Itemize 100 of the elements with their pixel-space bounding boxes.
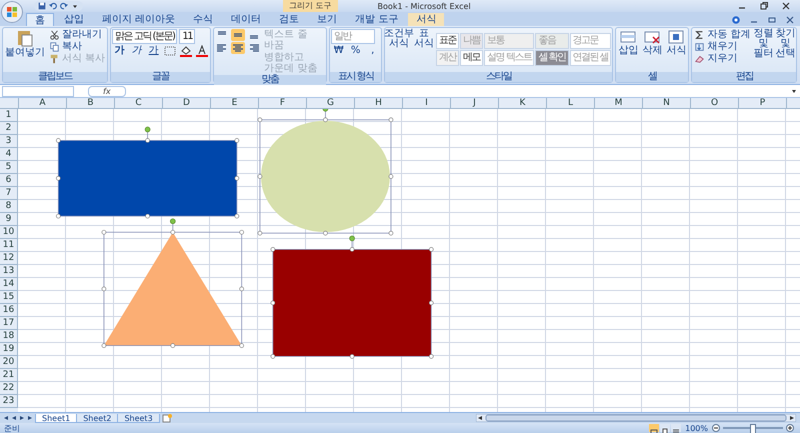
column-header[interactable]: B — [67, 98, 115, 108]
number-format-button[interactable]: , — [365, 45, 380, 57]
ribbon-tab[interactable]: 개발 도구 — [347, 13, 406, 26]
font-style-button[interactable]: 가 — [146, 45, 162, 57]
font-color-icon[interactable] — [195, 45, 210, 57]
column-header[interactable]: C — [115, 98, 163, 108]
selection-handles[interactable] — [56, 126, 240, 218]
font-style-button[interactable]: 가 — [129, 45, 144, 57]
row-header[interactable]: 13 — [0, 265, 18, 278]
save-icon[interactable] — [38, 2, 46, 10]
zoom-slider-thumb[interactable] — [750, 424, 756, 433]
number-format-button[interactable]: ₩ — [331, 45, 346, 57]
close-icon[interactable] — [782, 2, 790, 10]
row-header[interactable]: 21 — [0, 369, 18, 382]
row-header[interactable]: 19 — [0, 343, 18, 356]
column-header[interactable]: N — [643, 98, 691, 108]
redo-icon[interactable] — [60, 2, 68, 10]
row-header[interactable]: 8 — [0, 200, 18, 213]
row-header[interactable]: 10 — [0, 226, 18, 239]
row-header[interactable]: 18 — [0, 330, 18, 343]
row-header[interactable]: 11 — [0, 239, 18, 252]
row-header[interactable]: 2 — [0, 122, 18, 135]
selection-handles[interactable] — [258, 109, 394, 236]
row-header[interactable]: 5 — [0, 161, 18, 174]
ribbon-tab[interactable]: 보기 — [309, 13, 346, 26]
column-header[interactable]: J — [451, 98, 499, 108]
ribbon-button[interactable]: 잘라내기 — [48, 29, 106, 40]
ribbon-button[interactable]: 서식 — [665, 29, 688, 56]
row-header[interactable]: 3 — [0, 135, 18, 148]
column-header[interactable]: E — [211, 98, 259, 108]
border-icon[interactable] — [163, 45, 178, 57]
column-header[interactable]: F — [259, 98, 307, 108]
number-format-button[interactable]: % — [348, 45, 364, 57]
row-header[interactable]: 17 — [0, 317, 18, 330]
office-button-icon[interactable] — [1, 1, 23, 23]
align-icon[interactable] — [231, 42, 246, 54]
row-header[interactable]: 23 — [0, 395, 18, 408]
sheet-tab[interactable]: Sheet1 — [35, 414, 78, 422]
conditional-format-button[interactable]: 조건부 서식 — [386, 29, 412, 49]
sheet-tab[interactable]: Sheet2 — [76, 414, 118, 422]
font-style-button[interactable]: 가 — [112, 45, 128, 57]
ribbon-button[interactable]: 채우기 — [693, 41, 752, 52]
row-header[interactable]: 12 — [0, 252, 18, 265]
undo-icon[interactable] — [49, 2, 57, 10]
ribbon-tab[interactable]: 데이터 — [223, 13, 270, 26]
row-header[interactable]: 9 — [0, 213, 18, 226]
row-header[interactable]: 14 — [0, 278, 18, 291]
restore-icon[interactable] — [760, 2, 768, 10]
view-button[interactable] — [671, 424, 682, 432]
ribbon-tab[interactable]: 수식 — [185, 13, 222, 26]
row-header[interactable]: 6 — [0, 174, 18, 187]
align-icon[interactable] — [247, 42, 262, 54]
row-header[interactable]: 22 — [0, 382, 18, 395]
close-icon[interactable] — [786, 16, 794, 24]
font-name-field[interactable]: 맑은 고딕 (본문) — [112, 29, 178, 44]
column-header[interactable]: I — [403, 98, 451, 108]
column-header[interactable]: M — [595, 98, 643, 108]
find-select-button[interactable]: 찾기 및 선택 — [775, 29, 796, 59]
ribbon-button[interactable]: 복사 — [48, 41, 106, 52]
fill-color-icon[interactable] — [179, 45, 194, 57]
row-header[interactable]: 4 — [0, 148, 18, 161]
column-header[interactable]: O — [691, 98, 739, 108]
restore-icon[interactable] — [768, 16, 776, 24]
column-header[interactable]: G — [307, 98, 355, 108]
format-table-button[interactable]: 표 서식 — [414, 29, 434, 49]
ribbon-button[interactable]: 삭제 — [641, 29, 664, 56]
zoom-in-icon[interactable] — [786, 424, 794, 432]
help-icon[interactable] — [732, 16, 740, 24]
column-header[interactable]: H — [355, 98, 403, 108]
cell-style[interactable]: 메모 — [460, 50, 484, 66]
zoom-out-icon[interactable] — [712, 424, 720, 432]
row-header[interactable]: 20 — [0, 356, 18, 369]
view-button[interactable] — [660, 424, 670, 432]
sort-filter-button[interactable]: 정렬 및 필터 — [753, 29, 774, 59]
ribbon-button[interactable]: 자동 합계 — [693, 29, 752, 40]
font-size-field[interactable]: 11 — [179, 29, 196, 44]
column-header[interactable]: K — [499, 98, 547, 108]
row-header[interactable]: 7 — [0, 187, 18, 200]
column-header[interactable]: A — [19, 98, 67, 108]
ribbon-button[interactable]: 지우기 — [693, 53, 752, 64]
insert-sheet-icon[interactable] — [160, 414, 174, 422]
function-button[interactable]: fx — [88, 86, 126, 96]
paste-button[interactable]: 붙여넣기 — [4, 29, 46, 58]
column-header[interactable]: P — [739, 98, 787, 108]
row-header[interactable]: 1 — [0, 109, 18, 122]
ribbon-tab[interactable]: 페이지 레이아웃 — [94, 13, 184, 26]
expand-icon[interactable] — [790, 87, 798, 95]
row-header[interactable]: 15 — [0, 291, 18, 304]
column-header[interactable]: D — [163, 98, 211, 108]
ribbon-tab[interactable]: 삽입 — [56, 13, 92, 26]
ribbon-tab[interactable]: 검토 — [271, 13, 308, 26]
row-header[interactable]: 16 — [0, 304, 18, 317]
cell-style[interactable]: 표준 — [436, 33, 460, 49]
align-icon[interactable] — [231, 29, 246, 41]
view-button[interactable] — [649, 424, 660, 432]
selection-handles[interactable] — [270, 236, 434, 359]
ribbon-tab[interactable]: 서식 — [408, 13, 444, 26]
horizontal-scrollbar[interactable] — [476, 414, 796, 422]
ribbon-button[interactable]: 삽입 — [617, 29, 640, 56]
sheet-tab[interactable]: Sheet3 — [117, 414, 160, 422]
